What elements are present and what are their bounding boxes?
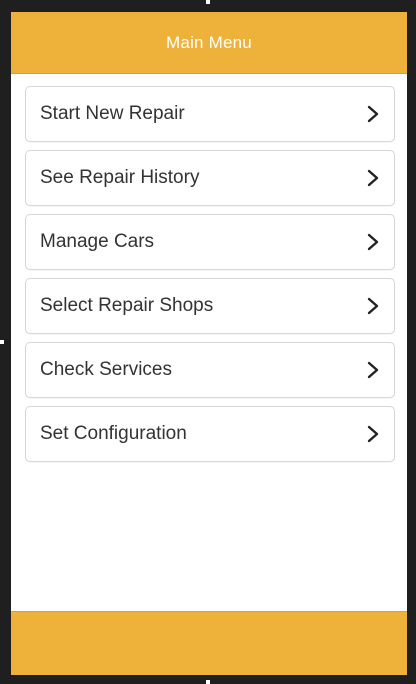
header-bar: Main Menu: [11, 12, 407, 74]
chevron-right-icon: [366, 424, 380, 444]
chevron-right-icon: [366, 104, 380, 124]
menu-item-label: Set Configuration: [40, 423, 187, 444]
menu-item-set-configuration[interactable]: Set Configuration: [25, 406, 395, 462]
menu-item-see-repair-history[interactable]: See Repair History: [25, 150, 395, 206]
menu-item-label: Start New Repair: [40, 103, 185, 124]
chevron-right-icon: [366, 168, 380, 188]
main-menu-list: Start New Repair See Repair History Mana…: [25, 86, 395, 470]
page-title: Main Menu: [166, 32, 252, 52]
frame-marker-bottom: [206, 680, 210, 684]
app-screen: Main Menu Start New Repair See Repair Hi…: [11, 12, 407, 675]
chevron-right-icon: [366, 232, 380, 252]
chevron-right-icon: [366, 360, 380, 380]
menu-item-select-repair-shops[interactable]: Select Repair Shops: [25, 278, 395, 334]
menu-item-label: Manage Cars: [40, 231, 155, 252]
footer-bar: [11, 611, 407, 675]
device-frame: Main Menu Start New Repair See Repair Hi…: [0, 0, 416, 684]
frame-marker-left: [0, 340, 4, 344]
chevron-right-icon: [366, 296, 380, 316]
menu-item-start-new-repair[interactable]: Start New Repair: [25, 86, 395, 142]
menu-item-label: Check Services: [40, 359, 172, 380]
menu-item-label: See Repair History: [40, 167, 200, 188]
frame-marker-top: [206, 0, 210, 4]
menu-item-label: Select Repair Shops: [40, 295, 214, 316]
menu-item-manage-cars[interactable]: Manage Cars: [25, 214, 395, 270]
menu-item-check-services[interactable]: Check Services: [25, 342, 395, 398]
